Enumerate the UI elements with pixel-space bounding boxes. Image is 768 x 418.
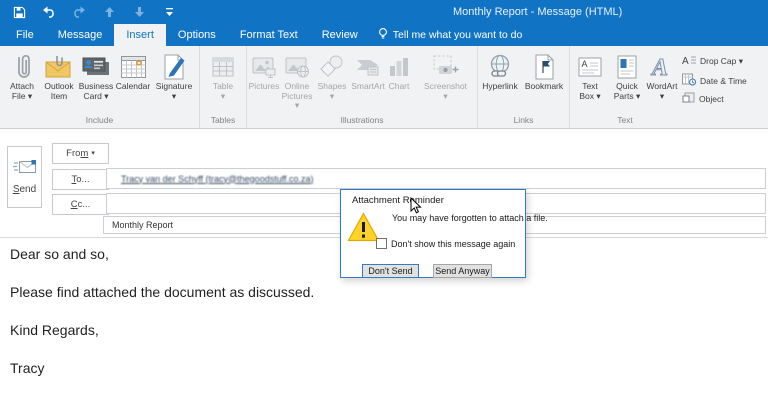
to-recipient-value: Tracy van der Schyff (tracy@thegoodstuff… <box>115 174 314 184</box>
dont-show-again-label: Don't show this message again <box>391 239 515 249</box>
attach-file-button[interactable]: Attach File ▾ <box>2 49 42 101</box>
attachment-reminder-dialog: Attachment Reminder You may have forgott… <box>340 189 526 278</box>
shapes-icon <box>319 51 345 82</box>
send-button[interactable]: Send <box>7 146 42 208</box>
tell-me-box[interactable]: Tell me what you want to do <box>370 24 531 46</box>
tab-format-text[interactable]: Format Text <box>228 24 310 46</box>
calendar-button[interactable]: Calendar <box>116 49 150 101</box>
text-box-icon: A <box>577 51 603 82</box>
redo-icon[interactable] <box>72 5 86 19</box>
drop-cap-icon: A <box>682 54 696 68</box>
drop-cap-label: Drop Cap ▾ <box>700 56 743 67</box>
bookmark-button[interactable]: Bookmark <box>522 49 566 92</box>
window-title: Monthly Report - Message (HTML) <box>453 0 622 24</box>
lightbulb-icon <box>378 27 388 44</box>
ribbon-group-include: Attach File ▾ Outlook Item Business Card… <box>0 46 200 128</box>
quick-parts-button[interactable]: Quick Parts ▾ <box>610 49 644 101</box>
table-button[interactable]: Table ▾ <box>201 49 245 101</box>
to-button[interactable]: To... <box>52 169 109 190</box>
envelope-paperclip-icon <box>44 51 74 82</box>
date-time-button[interactable]: Date & Time <box>682 73 747 88</box>
drop-cap-button[interactable]: A Drop Cap ▾ <box>682 54 743 68</box>
ribbon-group-text: A Text Box ▾ Quick Parts ▾ A WordA <box>570 46 768 128</box>
shapes-button[interactable]: Shapes ▾ <box>313 49 351 111</box>
tab-insert[interactable]: Insert <box>114 24 166 46</box>
business-card-icon <box>81 51 111 82</box>
calendar-icon <box>120 51 147 82</box>
online-picture-globe-icon <box>284 51 310 82</box>
svg-text:A: A <box>582 59 588 69</box>
group-label-include: Include <box>0 115 199 125</box>
smartart-icon <box>354 51 382 82</box>
customize-toolbar-icon[interactable] <box>162 5 176 19</box>
online-pictures-button[interactable]: Online Pictures ▾ <box>281 49 313 111</box>
dialog-title: Attachment Reminder <box>352 195 444 206</box>
text-box-button[interactable]: A Text Box ▾ <box>570 49 610 101</box>
ribbon-tab-bar: File Message Insert Options Format Text … <box>0 24 768 46</box>
button-label: File ▾ <box>12 92 32 102</box>
dont-send-button[interactable]: Don't Send <box>362 264 419 278</box>
quick-access-toolbar <box>12 0 176 24</box>
hyperlink-globe-icon <box>486 51 514 82</box>
bar-chart-icon <box>388 51 410 82</box>
ribbon-group-tables: Table ▾ Tables <box>200 46 247 128</box>
tab-options[interactable]: Options <box>166 24 228 46</box>
undo-icon[interactable] <box>42 5 56 19</box>
body-paragraph: Tracy <box>10 359 758 377</box>
mouse-cursor <box>410 197 422 219</box>
bookmark-flag-icon <box>532 51 556 82</box>
send-envelope-icon <box>13 159 37 178</box>
svg-text:A: A <box>682 56 689 66</box>
chevron-down-icon: ▾ <box>91 150 95 157</box>
body-paragraph: Kind Regards, <box>10 321 758 339</box>
object-icon <box>682 92 695 106</box>
group-label-text: Text <box>515 115 735 125</box>
outlook-message-window: Monthly Report - Message (HTML) File Mes… <box>0 0 768 418</box>
signature-button[interactable]: Signature ▾ <box>150 49 198 101</box>
screenshot-camera-icon <box>432 51 460 82</box>
screenshot-button[interactable]: Screenshot ▾ <box>413 49 478 111</box>
date-time-label: Date & Time <box>700 76 747 86</box>
object-button[interactable]: Object <box>682 92 724 106</box>
group-label-illustrations: Illustrations <box>247 115 477 125</box>
ribbon: Attach File ▾ Outlook Item Business Card… <box>0 46 768 129</box>
smartart-button[interactable]: SmartArt <box>351 49 385 111</box>
body-paragraph: Please find attached the document as dis… <box>10 283 758 301</box>
cc-button[interactable]: Cc... <box>52 194 109 215</box>
up-arrow-icon[interactable] <box>102 5 116 19</box>
wordart-button[interactable]: A WordArt ▾ <box>644 49 680 101</box>
table-icon <box>211 51 235 82</box>
svg-text:A: A <box>650 55 668 80</box>
to-label: To... <box>72 174 90 185</box>
send-label: Send <box>13 184 36 195</box>
hyperlink-button[interactable]: Hyperlink <box>478 49 522 92</box>
date-time-icon <box>682 73 696 88</box>
quick-parts-icon <box>616 51 638 82</box>
cc-label: Cc... <box>71 199 91 210</box>
outlook-item-button[interactable]: Outlook Item <box>42 49 76 101</box>
group-label-tables: Tables <box>200 115 246 125</box>
object-label: Object <box>699 94 724 104</box>
tab-review[interactable]: Review <box>310 24 370 46</box>
paperclip-icon <box>11 51 33 82</box>
wordart-icon: A <box>649 51 675 82</box>
signature-icon <box>161 51 187 82</box>
tell-me-label: Tell me what you want to do <box>393 29 523 41</box>
from-label: From <box>66 148 88 159</box>
subject-value: Monthly Report <box>112 220 173 230</box>
title-bar: Monthly Report - Message (HTML) <box>0 0 768 24</box>
picture-icon <box>251 51 277 82</box>
down-arrow-icon[interactable] <box>132 5 146 19</box>
from-button[interactable]: From ▾ <box>52 143 109 164</box>
tab-message[interactable]: Message <box>46 24 115 46</box>
chart-button[interactable]: Chart <box>385 49 413 111</box>
ribbon-group-illustrations: Pictures Online Pictures ▾ Shapes ▾ <box>247 46 478 128</box>
to-field[interactable]: Tracy van der Schyff (tracy@thegoodstuff… <box>106 168 766 189</box>
save-icon[interactable] <box>12 5 26 19</box>
pictures-button[interactable]: Pictures <box>247 49 281 111</box>
business-card-button[interactable]: Business Card ▾ <box>76 49 116 101</box>
dont-show-again-checkbox[interactable] <box>376 238 387 249</box>
tab-file[interactable]: File <box>4 24 46 46</box>
send-anyway-button[interactable]: Send Anyway <box>433 264 492 278</box>
